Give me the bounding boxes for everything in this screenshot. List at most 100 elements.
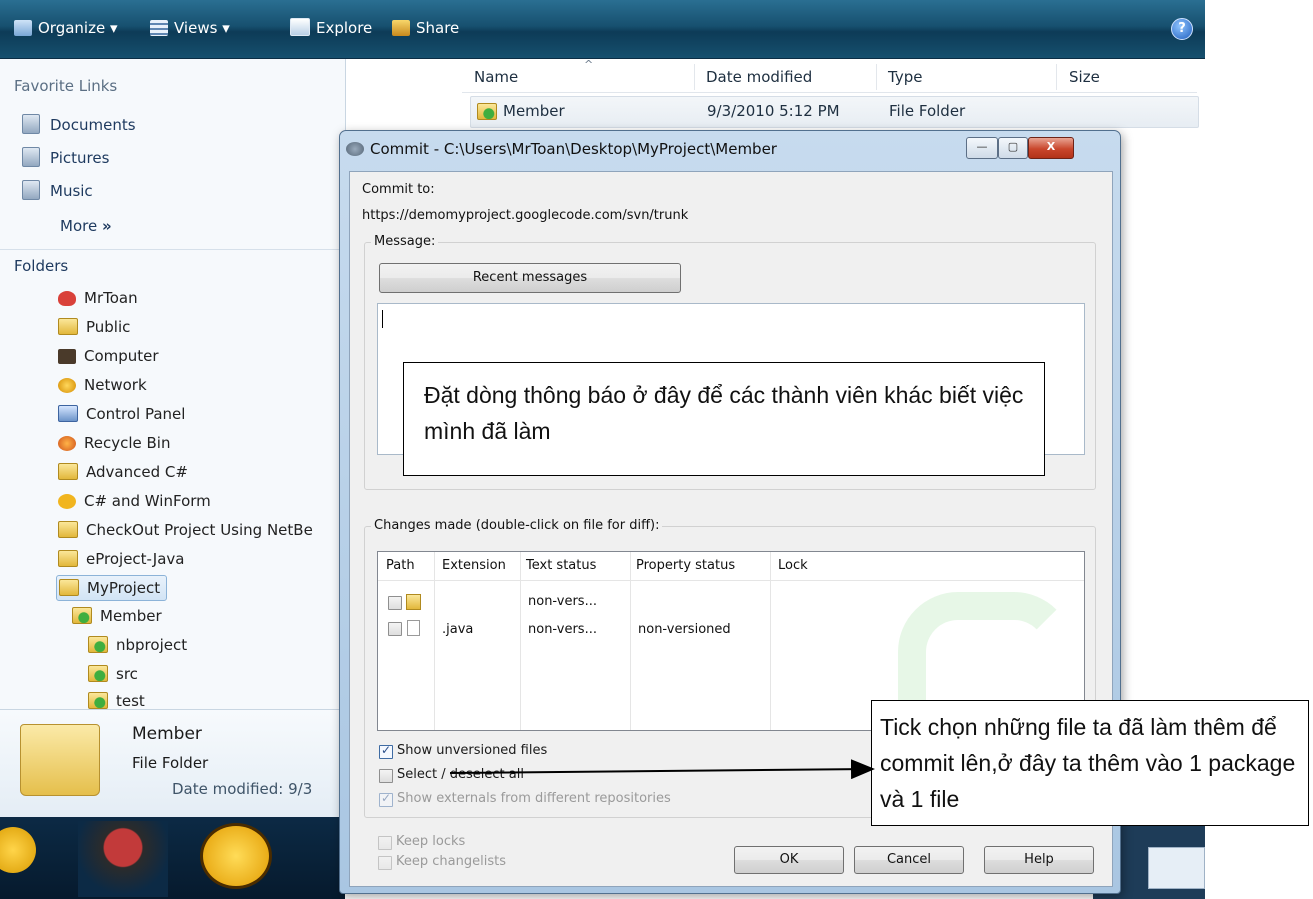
- music-icon: [22, 180, 40, 200]
- svn-folder-icon: [88, 665, 108, 682]
- select-all-checkbox[interactable]: [379, 769, 393, 783]
- message-group-title: Message:: [371, 234, 439, 249]
- more-label: More: [60, 217, 98, 235]
- folder-icon: [406, 594, 421, 610]
- explore-button[interactable]: Explore: [290, 16, 372, 40]
- folder-icon: [58, 463, 78, 480]
- folder-src[interactable]: src: [88, 662, 138, 686]
- column-separator[interactable]: [1056, 64, 1057, 90]
- changes-list-header: Path Extension Text status Property stat…: [378, 552, 1084, 581]
- column-lock[interactable]: Lock: [778, 558, 808, 573]
- keep-changelists-label: Keep changelists: [396, 854, 506, 869]
- svn-folder-icon: [88, 692, 108, 709]
- views-button[interactable]: Views ▾: [150, 16, 230, 40]
- folder-label: Computer: [84, 347, 159, 365]
- folder-mrtoan[interactable]: MrToan: [58, 286, 138, 310]
- more-link[interactable]: More »: [60, 214, 112, 238]
- share-label: Share: [416, 19, 460, 37]
- angry-face-icon[interactable]: [200, 823, 272, 889]
- folder-eproject-java[interactable]: eProject-Java: [58, 547, 184, 571]
- column-property-status[interactable]: Property status: [636, 558, 735, 573]
- folder-label: src: [116, 665, 138, 683]
- folder-label: test: [116, 692, 145, 710]
- details-name: Member: [132, 724, 202, 744]
- folder-network[interactable]: Network: [58, 373, 147, 397]
- folder-checkout-project[interactable]: CheckOut Project Using NetBe: [58, 518, 313, 542]
- folder-advanced-csharp[interactable]: Advanced C#: [58, 460, 188, 484]
- folder-icon: [59, 579, 79, 596]
- favorite-links-heading: Favorite Links: [14, 77, 118, 95]
- help-button[interactable]: Help: [984, 846, 1094, 874]
- folder-member[interactable]: Member: [72, 604, 162, 628]
- extension: .java: [442, 622, 474, 637]
- navigation-pane: Favorite Links Documents Pictures Music …: [0, 59, 346, 710]
- column-extension[interactable]: Extension: [442, 558, 506, 573]
- organize-button[interactable]: Organize ▾: [14, 16, 118, 40]
- folder-label: Member: [100, 607, 162, 625]
- column-separator[interactable]: [694, 64, 695, 90]
- views-icon: [150, 20, 168, 36]
- show-unversioned-label: Show unversioned files: [397, 743, 548, 758]
- show-externals-checkbox[interactable]: [379, 791, 393, 807]
- smiley-icon[interactable]: [0, 827, 36, 873]
- favorite-documents[interactable]: Documents: [22, 113, 136, 137]
- folder-recycle-bin[interactable]: Recycle Bin: [58, 431, 170, 455]
- column-size[interactable]: Size: [1069, 68, 1100, 86]
- file-date: 9/3/2010 5:12 PM: [707, 102, 840, 120]
- organize-icon: [14, 20, 32, 36]
- folder-csharp-winform[interactable]: C# and WinForm: [58, 489, 211, 513]
- file-row[interactable]: Member 9/3/2010 5:12 PM File Folder: [470, 96, 1199, 128]
- keep-locks-checkbox[interactable]: [378, 836, 392, 850]
- show-unversioned-checkbox[interactable]: [379, 743, 393, 759]
- column-text-status[interactable]: Text status: [526, 558, 596, 573]
- help-icon[interactable]: ?: [1171, 18, 1193, 40]
- share-button[interactable]: Share: [392, 16, 459, 40]
- favorite-pictures[interactable]: Pictures: [22, 146, 109, 170]
- keep-changelists-checkbox[interactable]: [378, 856, 392, 870]
- ok-button[interactable]: OK: [734, 846, 844, 874]
- views-label: Views: [174, 19, 218, 37]
- svn-folder-icon: [88, 636, 108, 653]
- recycle-bin-icon: [58, 436, 76, 451]
- favorite-music[interactable]: Music: [22, 179, 93, 203]
- folder-public[interactable]: Public: [58, 315, 130, 339]
- mail-folder-icon: [58, 494, 76, 509]
- favorite-label: Pictures: [50, 149, 110, 167]
- show-externals-label: Show externals from different repositori…: [397, 791, 671, 806]
- maximize-button[interactable]: ▢: [998, 137, 1028, 159]
- select-all-label: Select / deselect all: [397, 767, 524, 782]
- chevron-down-icon: ▾: [109, 19, 118, 37]
- folder-icon: [58, 550, 78, 567]
- text-status: non-vers...: [528, 622, 597, 637]
- favorite-label: Documents: [50, 116, 136, 134]
- folder-myproject[interactable]: MyProject: [56, 575, 168, 601]
- gears-of-war-icon[interactable]: [78, 821, 168, 897]
- column-date-modified[interactable]: Date modified: [706, 68, 812, 86]
- column-path[interactable]: Path: [386, 558, 415, 573]
- user-icon: [58, 291, 76, 306]
- recent-messages-button[interactable]: Recent messages: [379, 263, 681, 293]
- column-separator[interactable]: [876, 64, 877, 90]
- folder-control-panel[interactable]: Control Panel: [58, 402, 185, 426]
- pictures-icon: [22, 147, 40, 167]
- file-icon: [407, 620, 420, 636]
- folder-computer[interactable]: Computer: [58, 344, 159, 368]
- folder-label: Advanced C#: [86, 463, 188, 481]
- close-button[interactable]: X: [1028, 137, 1074, 159]
- folders-heading: Folders: [14, 257, 69, 275]
- column-type[interactable]: Type: [888, 68, 922, 86]
- folder-label: CheckOut Project Using NetBe: [86, 521, 313, 539]
- share-icon: [392, 20, 410, 36]
- window-thumbnail[interactable]: [1148, 847, 1205, 889]
- row-checkbox[interactable]: [388, 596, 402, 610]
- column-name[interactable]: Name: [474, 68, 518, 86]
- documents-icon: [22, 114, 40, 134]
- file-list-header: Name ^ Date modified Type Size: [462, 58, 1197, 93]
- large-folder-icon: [20, 724, 100, 796]
- folder-label: Control Panel: [86, 405, 186, 423]
- details-date: Date modified: 9/3: [172, 780, 313, 798]
- cancel-button[interactable]: Cancel: [854, 846, 964, 874]
- row-checkbox[interactable]: [388, 622, 402, 636]
- minimize-button[interactable]: —: [966, 137, 998, 159]
- folder-nbproject[interactable]: nbproject: [88, 633, 187, 657]
